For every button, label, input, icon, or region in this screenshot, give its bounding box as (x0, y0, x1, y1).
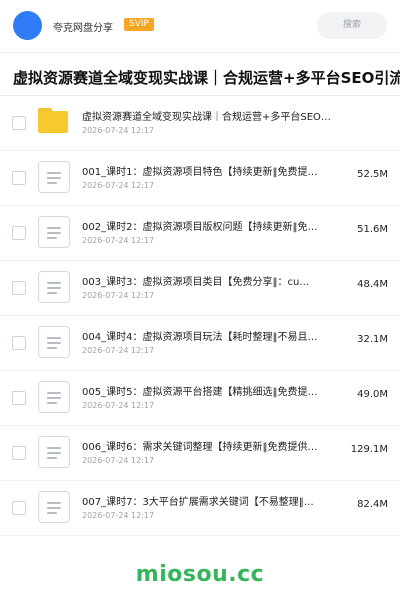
svip-badge: SVIP (124, 18, 154, 31)
row-checkbox[interactable] (12, 336, 26, 350)
item-date: 2026-07-24 12:17 (82, 126, 155, 135)
row-checkbox[interactable] (12, 226, 26, 240)
folder-row[interactable]: 虚拟资源赛道全域变现实战课｜合规运营+多平台SEO… 2026-07-24 12:… (0, 96, 400, 151)
row-checkbox[interactable] (12, 171, 26, 185)
file-row[interactable]: 003_课时3：虚拟资源项目类目【免费分享‖：cu… 2026-07-24 12:… (0, 261, 400, 316)
item-name[interactable]: 006_课时6：需求关键词整理【持续更新‖免费提供… (82, 438, 344, 453)
item-date: 2026-07-24 12:17 (82, 401, 155, 410)
item-date: 2026-07-24 12:17 (82, 511, 155, 520)
item-size: 32.1M (357, 334, 388, 345)
folder-icon (38, 106, 70, 138)
page-title: 虚拟资源赛道全域变现实战课｜合规运营+多平台SEO引流+ (13, 69, 400, 87)
document-icon (38, 326, 70, 358)
document-icon (38, 381, 70, 413)
row-checkbox[interactable] (12, 446, 26, 460)
item-date: 2026-07-24 12:17 (82, 291, 155, 300)
file-row[interactable]: 006_课时6：需求关键词整理【持续更新‖免费提供… 2026-07-24 12:… (0, 426, 400, 481)
row-checkbox[interactable] (12, 116, 26, 130)
item-name[interactable]: 004_课时4：虚拟资源项目玩法【耗时整理‖不易且… (82, 328, 344, 343)
top-bar: 夸克网盘分享 SVIP 搜索 (0, 0, 400, 52)
item-name[interactable]: 007_课时7：3大平台扩展需求关键词【不易整理‖… (82, 493, 344, 508)
item-size: 82.4M (357, 499, 388, 510)
file-row[interactable]: 007_课时7：3大平台扩展需求关键词【不易整理‖… 2026-07-24 12:… (0, 481, 400, 536)
item-name[interactable]: 005_课时5：虚拟资源平台搭建【精挑细选‖免费提… (82, 383, 344, 398)
file-row[interactable]: 002_课时2：虚拟资源项目版权问题【持续更新‖免… 2026-07-24 12:… (0, 206, 400, 261)
document-icon (38, 271, 70, 303)
item-size: 48.4M (357, 279, 388, 290)
file-list: 虚拟资源赛道全域变现实战课｜合规运营+多平台SEO… 2026-07-24 12:… (0, 96, 400, 536)
file-row[interactable]: 005_课时5：虚拟资源平台搭建【精挑细选‖免费提… 2026-07-24 12:… (0, 371, 400, 426)
file-row[interactable]: 001_课时1：虚拟资源项目特色【持续更新‖免费提… 2026-07-24 12:… (0, 151, 400, 206)
item-size: 129.1M (350, 444, 388, 455)
watermark: miosou.cc (135, 562, 265, 587)
item-name[interactable]: 001_课时1：虚拟资源项目特色【持续更新‖免费提… (82, 163, 344, 178)
avatar[interactable] (13, 11, 42, 40)
item-date: 2026-07-24 12:17 (82, 346, 155, 355)
item-name[interactable]: 002_课时2：虚拟资源项目版权问题【持续更新‖免… (82, 218, 344, 233)
username: 夸克网盘分享 (53, 23, 113, 34)
item-size: 51.6M (357, 224, 388, 235)
document-icon (38, 161, 70, 193)
document-icon (38, 436, 70, 468)
row-checkbox[interactable] (12, 501, 26, 515)
item-date: 2026-07-24 12:17 (82, 181, 155, 190)
header-divider (0, 52, 400, 53)
item-size: 52.5M (357, 169, 388, 180)
item-name[interactable]: 003_课时3：虚拟资源项目类目【免费分享‖：cu… (82, 273, 344, 288)
row-checkbox[interactable] (12, 281, 26, 295)
item-size: 49.0M (357, 389, 388, 400)
search-input[interactable]: 搜索 (317, 12, 387, 39)
file-row[interactable]: 004_课时4：虚拟资源项目玩法【耗时整理‖不易且… 2026-07-24 12:… (0, 316, 400, 371)
title-bar: 虚拟资源赛道全域变现实战课｜合规运营+多平台SEO引流+ (0, 60, 400, 94)
document-icon (38, 216, 70, 248)
document-icon (38, 491, 70, 523)
item-date: 2026-07-24 12:17 (82, 236, 155, 245)
item-name[interactable]: 虚拟资源赛道全域变现实战课｜合规运营+多平台SEO… (82, 108, 354, 123)
item-date: 2026-07-24 12:17 (82, 456, 155, 465)
row-checkbox[interactable] (12, 391, 26, 405)
